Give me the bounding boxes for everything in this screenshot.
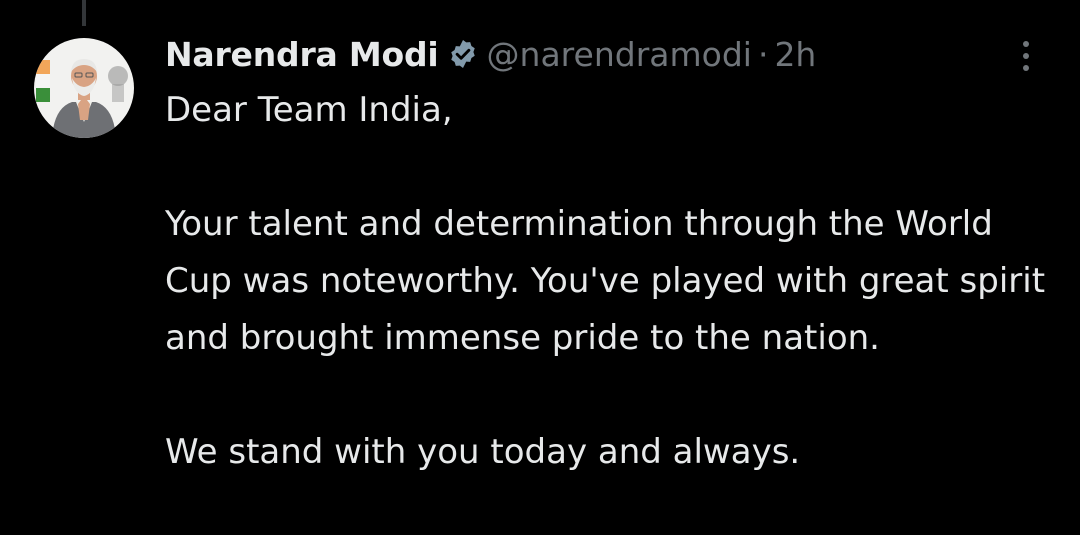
tweet-paragraph-greeting: Dear Team India, — [165, 90, 453, 130]
tweet-header: Narendra Modi @narendramodi · 2h — [165, 28, 1000, 80]
post-time[interactable]: 2h — [774, 35, 816, 74]
tweet-paragraph-closing: We stand with you today and always. — [165, 432, 801, 472]
thread-connector-line — [82, 0, 86, 26]
tweet-paragraph-message: Your talent and determination through th… — [165, 204, 1056, 358]
verified-badge-icon[interactable] — [447, 38, 479, 70]
avatar-image — [34, 38, 134, 138]
tweet-body: Dear Team India, Your talent and determi… — [165, 82, 1065, 481]
author-name[interactable]: Narendra Modi — [165, 35, 439, 74]
more-options-icon[interactable] — [1008, 38, 1044, 74]
author-handle[interactable]: @narendramodi — [487, 35, 752, 74]
separator-dot: · — [757, 34, 769, 74]
avatar[interactable] — [34, 38, 134, 138]
